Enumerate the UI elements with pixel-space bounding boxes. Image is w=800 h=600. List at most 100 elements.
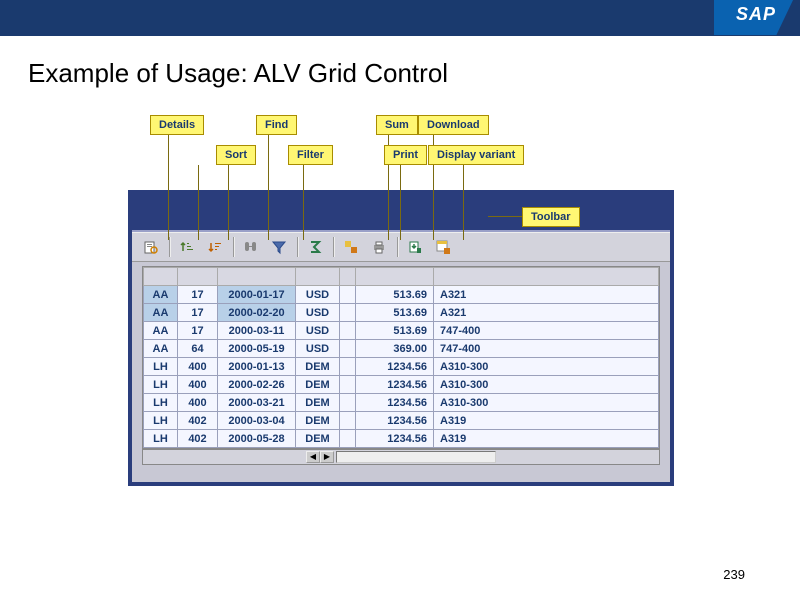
scroll-track[interactable] (336, 451, 496, 463)
cell[interactable]: 513.69 (356, 304, 434, 322)
page-title: Example of Usage: ALV Grid Control (28, 58, 800, 89)
cell[interactable]: 2000-01-17 (218, 286, 296, 304)
table-row[interactable]: LH4002000-03-21DEM 1234.56A310-300 (144, 394, 659, 412)
filter-button[interactable] (266, 236, 292, 258)
top-bar: SAP (0, 0, 800, 36)
cell[interactable]: USD (296, 304, 340, 322)
subtotal-button[interactable] (338, 236, 364, 258)
cell[interactable]: 2000-03-04 (218, 412, 296, 430)
cell[interactable]: 2000-03-11 (218, 322, 296, 340)
alv-window: AA172000-01-17USD513.69A321AA172000-02-2… (128, 190, 674, 486)
download-button[interactable] (402, 236, 428, 258)
cell[interactable]: AA (144, 304, 178, 322)
cell[interactable]: DEM (296, 358, 340, 376)
callout-filter: Filter (288, 145, 333, 165)
table-row[interactable]: AA172000-02-20USD 513.69A321 (144, 304, 659, 322)
cell[interactable]: 17 (178, 304, 218, 322)
cell[interactable]: A321 (434, 286, 659, 304)
alv-grid[interactable]: AA172000-01-17USD513.69A321AA172000-02-2… (142, 266, 660, 449)
callout-details: Details (150, 115, 204, 135)
cell[interactable] (340, 322, 356, 340)
callout-print: Print (384, 145, 427, 165)
cell[interactable]: USD (296, 286, 340, 304)
cell[interactable]: 747-400 (434, 340, 659, 358)
cell[interactable] (340, 286, 356, 304)
cell[interactable]: DEM (296, 430, 340, 448)
cell[interactable] (340, 376, 356, 394)
cell[interactable]: 2000-03-21 (218, 394, 296, 412)
cell[interactable]: 2000-02-20 (218, 304, 296, 322)
scroll-left-icon[interactable]: ◀ (306, 451, 320, 463)
cell[interactable]: LH (144, 412, 178, 430)
cell[interactable]: USD (296, 340, 340, 358)
cell[interactable]: DEM (296, 412, 340, 430)
cell[interactable]: 400 (178, 376, 218, 394)
callout-display-variant: Display variant (428, 145, 524, 165)
cell[interactable]: A310-300 (434, 376, 659, 394)
cell[interactable]: A319 (434, 412, 659, 430)
cell[interactable]: 369.00 (356, 340, 434, 358)
cell[interactable]: 1234.56 (356, 394, 434, 412)
table-row[interactable]: LH4002000-02-26DEM 1234.56A310-300 (144, 376, 659, 394)
sum-button[interactable] (302, 236, 328, 258)
cell[interactable]: LH (144, 394, 178, 412)
cell[interactable]: A310-300 (434, 358, 659, 376)
cell[interactable]: 2000-05-28 (218, 430, 296, 448)
cell[interactable]: 402 (178, 412, 218, 430)
callout-download: Download (418, 115, 489, 135)
cell[interactable]: A310-300 (434, 394, 659, 412)
sort-desc-button[interactable] (202, 236, 228, 258)
cell[interactable]: 1234.56 (356, 376, 434, 394)
details-button[interactable] (138, 236, 164, 258)
cell[interactable]: 17 (178, 286, 218, 304)
cell[interactable]: 2000-05-19 (218, 340, 296, 358)
cell[interactable] (340, 412, 356, 430)
cell[interactable]: 513.69 (356, 286, 434, 304)
cell[interactable]: A319 (434, 430, 659, 448)
table-row[interactable]: LH4002000-01-13DEM 1234.56A310-300 (144, 358, 659, 376)
callout-toolbar: Toolbar (522, 207, 580, 227)
cell[interactable]: 402 (178, 430, 218, 448)
cell[interactable]: AA (144, 322, 178, 340)
cell[interactable]: AA (144, 340, 178, 358)
cell[interactable]: 400 (178, 358, 218, 376)
cell[interactable]: AA (144, 286, 178, 304)
table-row[interactable]: LH4022000-05-28DEM 1234.56A319 (144, 430, 659, 448)
cell[interactable]: LH (144, 376, 178, 394)
callout-sum: Sum (376, 115, 418, 135)
table-row[interactable]: AA642000-05-19USD 369.00747-400 (144, 340, 659, 358)
sort-asc-button[interactable] (174, 236, 200, 258)
table-row[interactable]: AA172000-03-11USD 513.69747-400 (144, 322, 659, 340)
find-button[interactable] (238, 236, 264, 258)
horizontal-scrollbar[interactable]: ◀ ▶ (142, 449, 660, 465)
table-row[interactable]: LH4022000-03-04DEM 1234.56A319 (144, 412, 659, 430)
window-header (132, 194, 670, 232)
cell[interactable]: DEM (296, 376, 340, 394)
cell[interactable] (340, 394, 356, 412)
cell[interactable]: LH (144, 430, 178, 448)
cell[interactable] (340, 304, 356, 322)
cell[interactable]: 2000-02-26 (218, 376, 296, 394)
sap-logo: SAP (714, 0, 794, 35)
cell[interactable]: 1234.56 (356, 412, 434, 430)
cell[interactable] (340, 340, 356, 358)
page-number: 239 (723, 567, 745, 582)
cell[interactable] (340, 358, 356, 376)
cell[interactable]: A321 (434, 304, 659, 322)
cell[interactable]: 64 (178, 340, 218, 358)
cell[interactable]: 1234.56 (356, 358, 434, 376)
cell[interactable]: DEM (296, 394, 340, 412)
cell[interactable] (340, 430, 356, 448)
table-row[interactable]: AA172000-01-17USD 513.69A321 (144, 286, 659, 304)
cell[interactable]: 400 (178, 394, 218, 412)
scroll-right-icon[interactable]: ▶ (320, 451, 334, 463)
toolbar (132, 232, 670, 262)
cell[interactable]: 513.69 (356, 322, 434, 340)
cell[interactable]: 747-400 (434, 322, 659, 340)
callout-find: Find (256, 115, 297, 135)
cell[interactable]: 17 (178, 322, 218, 340)
cell[interactable]: 1234.56 (356, 430, 434, 448)
cell[interactable]: 2000-01-13 (218, 358, 296, 376)
cell[interactable]: LH (144, 358, 178, 376)
cell[interactable]: USD (296, 322, 340, 340)
